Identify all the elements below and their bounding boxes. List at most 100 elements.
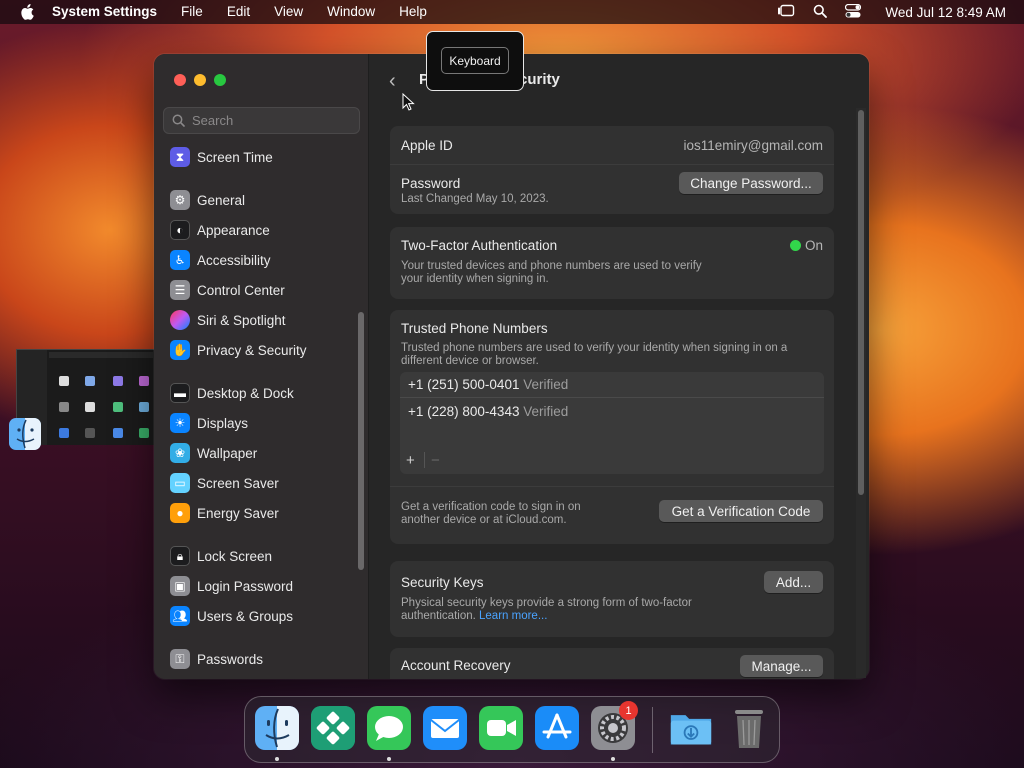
sidebar-item-displays[interactable]: ☀ Displays	[170, 411, 248, 435]
trusted-phones-description-2: different device or browser.	[401, 355, 539, 367]
finder-icon[interactable]	[9, 418, 41, 450]
sidebar-item-label: General	[197, 192, 246, 208]
wallpaper-icon: ❀	[170, 443, 190, 463]
users-icon: 👥︎	[170, 606, 190, 626]
sidebar-item-label: Control Center	[197, 282, 285, 298]
sidebar-item-wallpaper[interactable]: ❀ Wallpaper	[170, 441, 257, 465]
sidebar-scrollbar[interactable]	[358, 312, 364, 570]
back-chevron-icon[interactable]: ‹	[389, 70, 396, 93]
divider	[390, 486, 834, 487]
menu-view[interactable]: View	[262, 0, 315, 24]
sidebar-item-label: Passwords	[197, 651, 264, 667]
verification-description: Get a verification code to sign in on	[401, 501, 581, 513]
sidebar-item-accessibility[interactable]: ♿ Accessibility	[170, 248, 271, 272]
dock-messages-icon[interactable]	[367, 706, 411, 750]
running-indicator	[611, 757, 615, 761]
sidebar-item-control-center[interactable]: ☰ Control Center	[170, 278, 285, 302]
apple-id-card: Apple ID ios11emiry@gmail.com Password L…	[390, 126, 834, 214]
accessibility-icon: ♿	[170, 250, 190, 270]
account-recovery-card: Account Recovery Manage...	[390, 648, 834, 679]
menu-help[interactable]: Help	[387, 0, 439, 24]
apple-menu-icon[interactable]	[16, 0, 38, 24]
apple-id-label: Apple ID	[401, 138, 453, 153]
sidebar-item-lock-screen[interactable]: 🔒︎ Lock Screen	[170, 544, 272, 568]
menu-edit[interactable]: Edit	[215, 0, 262, 24]
sidebar-item-label: Screen Saver	[197, 475, 279, 491]
sidebar-item-general[interactable]: ⚙ General	[170, 188, 245, 212]
sidebar-item-desktop-dock[interactable]: ▬ Desktop & Dock	[170, 381, 294, 405]
verification-description-2: another device or at iCloud.com.	[401, 514, 567, 526]
menu-app-name[interactable]: System Settings	[38, 0, 169, 24]
phone-status: Verified	[523, 404, 569, 419]
dock-trash-icon[interactable]	[727, 706, 771, 750]
dock-facetime-icon[interactable]	[479, 706, 523, 750]
sidebar-item-label: Wallpaper	[197, 445, 258, 461]
two-factor-card: Two-Factor Authentication On Your truste…	[390, 227, 834, 299]
sidebar-item-appearance[interactable]: ◐ Appearance	[170, 218, 270, 242]
security-keys-description-2: authentication. Learn more...	[401, 610, 548, 622]
get-verification-code-button[interactable]: Get a Verification Code	[659, 500, 823, 522]
screen-saver-icon: ▭	[170, 473, 190, 493]
trusted-phones-label: Trusted Phone Numbers	[401, 321, 548, 336]
dock-altstore-icon[interactable]	[311, 706, 355, 750]
sidebar-item-label: Accessibility	[197, 252, 271, 268]
sidebar-item-screen-time[interactable]: ⧗ Screen Time	[170, 145, 273, 169]
menu-bar: System Settings File Edit View Window He…	[0, 0, 1024, 24]
divider	[424, 452, 425, 468]
add-phone-button[interactable]: +	[406, 452, 415, 469]
two-factor-description-2: your identity when signing in.	[401, 273, 549, 285]
security-keys-label: Security Keys	[401, 575, 484, 590]
phone-row[interactable]: +1 (251) 500-0401 Verified	[408, 377, 568, 397]
sidebar-item-screen-saver[interactable]: ▭ Screen Saver	[170, 471, 279, 495]
gear-icon: ⚙	[170, 190, 190, 210]
sidebar-item-label: Login Password	[197, 578, 294, 594]
zoom-window-button[interactable]	[214, 74, 226, 86]
dock-app-store-icon[interactable]	[535, 706, 579, 750]
spotlight-search-icon[interactable]	[813, 4, 828, 21]
key-lock-icon: ▣	[170, 576, 190, 596]
close-window-button[interactable]	[174, 74, 186, 86]
search-placeholder: Search	[192, 113, 234, 128]
stage-manager-icon[interactable]	[777, 4, 795, 21]
hourglass-icon: ⧗	[170, 147, 190, 167]
content-scrollbar[interactable]	[858, 110, 864, 495]
hand-icon: ✋	[170, 340, 190, 360]
change-password-button[interactable]: Change Password...	[679, 172, 823, 194]
dock-finder-icon[interactable]	[255, 706, 299, 750]
control-center-icon[interactable]	[845, 3, 862, 21]
minimize-window-button[interactable]	[194, 74, 206, 86]
two-factor-status: On	[805, 238, 824, 253]
menu-window[interactable]: Window	[315, 0, 387, 24]
sidebar-item-label: Lock Screen	[197, 548, 273, 564]
sidebar-item-login-password[interactable]: ▣ Login Password	[170, 574, 293, 598]
phone-row[interactable]: +1 (228) 800-4343 Verified	[408, 404, 568, 424]
trusted-phones-description: Trusted phone numbers are used to verify…	[401, 342, 788, 354]
remove-phone-button[interactable]: −	[431, 452, 440, 469]
sidebar-item-users-groups[interactable]: 👥︎ Users & Groups	[170, 604, 293, 628]
siri-icon	[170, 310, 190, 330]
phone-number: +1 (251) 500-0401	[408, 377, 520, 392]
dock-icon: ▬	[170, 383, 190, 403]
trusted-phone-card: Trusted Phone Numbers Trusted phone numb…	[390, 310, 834, 544]
search-icon	[172, 114, 185, 127]
sidebar: Search ⧗ Screen Time ⚙ General ◐ Appeara…	[154, 54, 369, 679]
menu-file[interactable]: File	[169, 0, 215, 24]
sidebar-search-field[interactable]: Search	[163, 107, 360, 134]
sidebar-item-siri-spotlight[interactable]: Siri & Spotlight	[170, 308, 286, 332]
add-security-key-button[interactable]: Add...	[764, 571, 823, 593]
manage-recovery-button[interactable]: Manage...	[740, 655, 823, 677]
sidebar-item-passwords[interactable]: ⚿ Passwords	[170, 647, 263, 671]
sidebar-item-energy-saver[interactable]: ● Energy Saver	[170, 501, 279, 525]
tooltip-text: Keyboard	[441, 47, 509, 74]
divider	[390, 164, 834, 165]
control-center-icon: ☰	[170, 280, 190, 300]
dock-downloads-folder-icon[interactable]	[669, 706, 713, 750]
running-indicator	[275, 757, 279, 761]
learn-more-link[interactable]: Learn more...	[479, 610, 547, 622]
sidebar-item-label: Desktop & Dock	[197, 385, 294, 401]
menu-clock[interactable]: Wed Jul 12 8:49 AM	[885, 5, 1006, 20]
sidebar-item-privacy-security[interactable]: ✋ Privacy & Security	[170, 338, 307, 362]
sidebar-item-label: Privacy & Security	[197, 342, 307, 358]
sidebar-item-label: Siri & Spotlight	[197, 312, 286, 328]
dock-mail-icon[interactable]	[423, 706, 467, 750]
